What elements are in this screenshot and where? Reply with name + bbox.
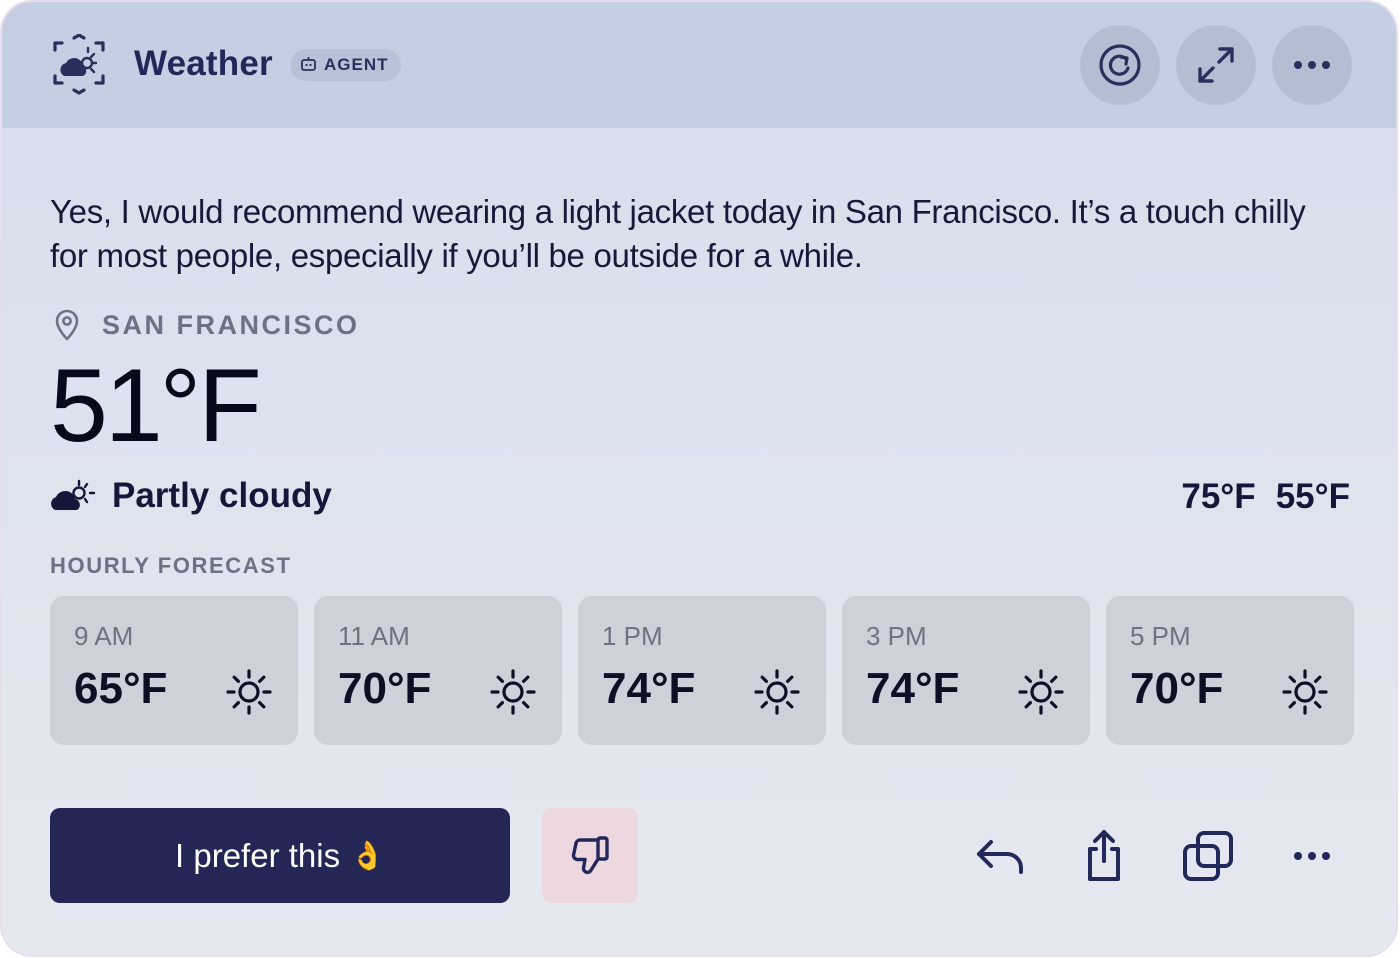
- more-icon: [1294, 61, 1330, 69]
- more-icon: [1294, 852, 1330, 860]
- agent-icon: [301, 57, 316, 71]
- more-options-button[interactable]: [1272, 25, 1352, 105]
- hourly-tile: 11 AM 70°F: [314, 596, 562, 745]
- thumbs-down-icon: [571, 835, 609, 874]
- expand-icon: [1198, 47, 1234, 83]
- high-low: 75°F 55°F: [1181, 477, 1350, 517]
- prefer-this-label: I prefer this: [175, 836, 341, 874]
- sun-icon: [490, 669, 536, 715]
- share-button[interactable]: [1072, 824, 1136, 888]
- share-icon: [1088, 830, 1120, 881]
- hourly-tile: 9 AM 65°F: [50, 596, 298, 745]
- expand-button[interactable]: [1176, 25, 1256, 105]
- hourly-temp: 74°F: [866, 664, 960, 713]
- location-label: SAN FRANCISCO: [102, 309, 360, 340]
- sun-icon: [226, 669, 272, 715]
- sun-icon: [1282, 669, 1328, 715]
- hourly-temp: 70°F: [338, 664, 432, 713]
- sun-icon: [754, 669, 800, 715]
- hourly-temp: 65°F: [74, 664, 168, 713]
- location: SAN FRANCISCO: [52, 308, 360, 342]
- agent-badge-label: AGENT: [324, 55, 389, 74]
- app-title: Weather: [134, 44, 273, 83]
- weather-logo-icon: [53, 34, 105, 95]
- condition-label: Partly cloudy: [112, 476, 332, 515]
- low-temp: 55°F: [1275, 477, 1350, 516]
- current-condition: Partly cloudy: [50, 476, 332, 516]
- sun-icon: [1018, 669, 1064, 715]
- high-temp: 75°F: [1181, 477, 1256, 516]
- ok-hand-emoji: 👌: [350, 840, 385, 871]
- refresh-icon: [1099, 44, 1141, 86]
- hourly-tile: 5 PM 70°F: [1106, 596, 1354, 745]
- partly-cloudy-icon: [51, 479, 96, 510]
- hourly-tile: 1 PM 74°F: [578, 596, 826, 745]
- hourly-temp: 70°F: [1130, 664, 1224, 713]
- prefer-this-button[interactable]: I prefer this 👌: [50, 808, 510, 903]
- hourly-tile: 3 PM 74°F: [842, 596, 1090, 745]
- reply-button[interactable]: [968, 824, 1032, 888]
- hourly-time: 11 AM: [338, 621, 410, 651]
- location-pin-icon: [55, 309, 79, 341]
- more-actions-button[interactable]: [1280, 824, 1344, 888]
- agent-badge: AGENT: [290, 49, 401, 81]
- current-temperature: 51°F: [50, 348, 262, 464]
- hourly-time: 5 PM: [1130, 621, 1191, 651]
- card-header: Weather AGENT: [2, 2, 1396, 128]
- copy-icon: [1183, 831, 1233, 881]
- hourly-temp: 74°F: [602, 664, 696, 713]
- agent-message: Yes, I would recommend wearing a light j…: [50, 193, 1306, 274]
- reply-icon: [977, 840, 1023, 874]
- weather-card: Weather AGENT Yes, I would recommend wea…: [2, 2, 1396, 955]
- hourly-time: 9 AM: [74, 621, 134, 651]
- copy-button[interactable]: [1176, 824, 1240, 888]
- hourly-time: 3 PM: [866, 621, 927, 651]
- hourly-time: 1 PM: [602, 621, 663, 651]
- hourly-forecast-list: 9 AM 65°F 11 AM 70°F 1 PM 74°F 3 PM 74°F…: [50, 596, 1354, 745]
- hourly-forecast-label: HOURLY FORECAST: [50, 553, 292, 578]
- refresh-button[interactable]: [1080, 25, 1160, 105]
- thumbs-down-button[interactable]: [542, 808, 638, 903]
